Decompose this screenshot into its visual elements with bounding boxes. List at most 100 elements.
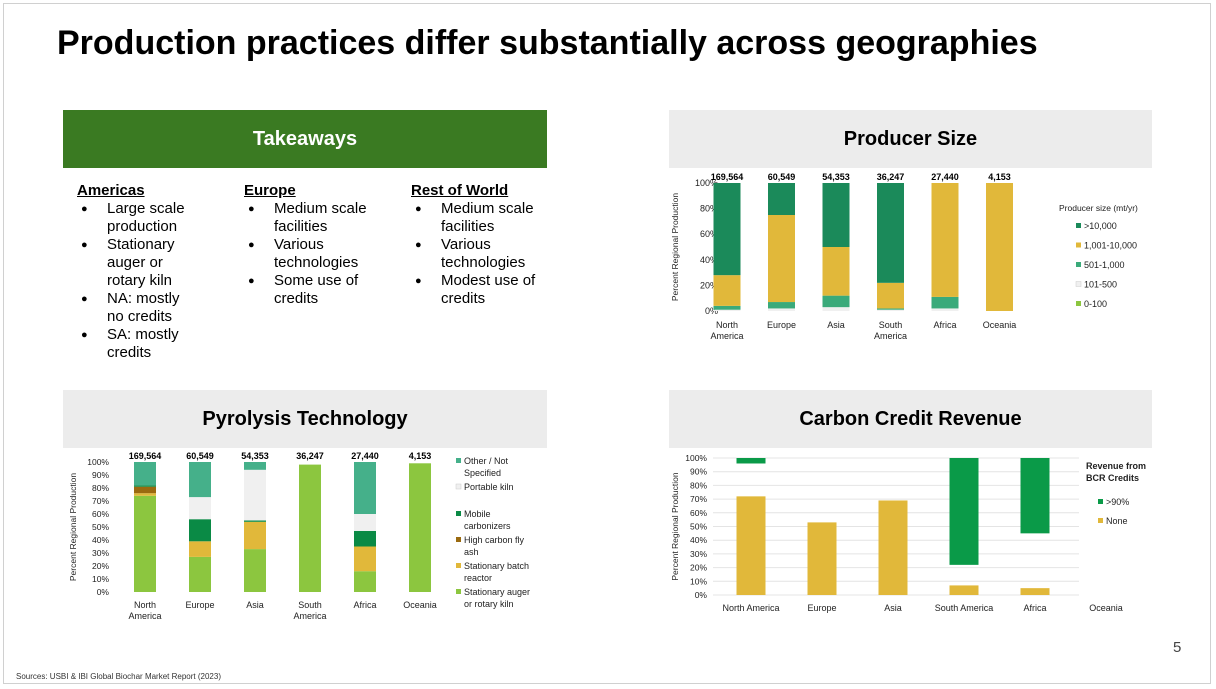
x-tick-label: South America: [874, 320, 907, 341]
bar-segment: [189, 519, 211, 542]
legend-swatch: [1098, 518, 1103, 523]
pyrolysis-title: Pyrolysis Technology: [63, 390, 547, 448]
x-tick-label: North America: [722, 603, 779, 613]
y-axis-label: Percent Regional Production: [670, 472, 680, 580]
bar: [736, 458, 766, 464]
x-tick-label: North America: [710, 320, 743, 341]
legend-swatch: [455, 483, 462, 490]
y-tick-label: 100%: [685, 453, 707, 463]
x-tick-label: Europe: [807, 603, 836, 613]
bar-segment: [713, 309, 741, 311]
legend-label: 501-1,000: [1084, 260, 1125, 270]
legend-swatch: [456, 589, 461, 594]
bar-segment: [931, 296, 959, 309]
x-tick-label: South America: [935, 603, 994, 613]
legend-label: Other / Not Specified: [464, 456, 509, 478]
y-tick-label: 40%: [690, 535, 707, 545]
bar-segment: [768, 215, 795, 303]
legend-swatch: [1076, 262, 1081, 267]
list-item: Large scale production: [81, 200, 217, 236]
takeaways-column-rest-of-world: Rest of World Medium scale facilities Va…: [411, 182, 541, 308]
y-tick-label: 70%: [92, 496, 109, 506]
bar-segment: [768, 308, 795, 311]
bar-segment: [822, 307, 850, 311]
y-tick-label: 30%: [690, 549, 707, 559]
bar-segment: [822, 295, 850, 308]
bar-segment: [134, 493, 156, 496]
bar-segment: [713, 275, 741, 306]
bar-segment: [244, 521, 266, 550]
bar: [736, 496, 766, 595]
y-tick-label: 0%: [695, 590, 708, 600]
bar: [1020, 458, 1050, 534]
column-title: Americas: [77, 182, 145, 199]
x-tick-label: Oceania: [403, 600, 437, 610]
legend-swatch: [1076, 301, 1081, 306]
takeaways-column-americas: Americas Large scale production Stationa…: [77, 182, 217, 362]
list-item: Some use of credits: [248, 272, 374, 308]
bar: [1020, 588, 1050, 595]
bar: [807, 522, 837, 595]
bar-segment: [768, 302, 795, 309]
legend-swatch: [456, 563, 461, 568]
list-item: Modest use of credits: [415, 272, 541, 308]
x-tick-label: Asia: [246, 600, 264, 610]
bar-segment: [713, 183, 741, 276]
bar-segment: [134, 462, 156, 486]
takeaways-heading: Takeaways: [63, 110, 547, 168]
list-item: Various technologies: [248, 236, 374, 272]
bar-segment: [713, 305, 741, 310]
legend-title: Producer size (mt/yr): [1059, 203, 1138, 213]
bar-segment: [354, 462, 376, 514]
total-label: 4,153: [988, 172, 1011, 182]
legend-label: 1,001-10,000: [1084, 241, 1137, 251]
bar-segment: [189, 497, 211, 520]
bar-segment: [134, 486, 156, 494]
x-tick-label: Oceania: [983, 320, 1017, 330]
list-item: NA: mostly no credits: [81, 290, 197, 326]
bar-segment: [877, 309, 904, 311]
y-tick-label: 20%: [92, 561, 109, 571]
y-axis-label: Percent Regional Production: [670, 193, 680, 301]
legend-swatch: [1076, 242, 1081, 248]
legend-label: Portable kiln: [464, 482, 514, 492]
bar-segment: [189, 462, 211, 498]
pyrolysis-chart: 0% 10% 20% 30% 40% 50% 60% 70% 80% 90% 100% Percent…: [68, 451, 530, 621]
y-tick-label: 10%: [690, 576, 707, 586]
bar-segment: [244, 469, 266, 521]
bar-segment: [189, 556, 211, 592]
bar-segment: [768, 183, 795, 215]
page-number: 5: [1173, 639, 1182, 656]
total-label: 169,564: [129, 451, 162, 461]
bar-segment: [244, 462, 266, 470]
total-label: 27,440: [351, 451, 379, 461]
bar-segment: [931, 308, 959, 311]
bar-segment: [354, 546, 376, 572]
legend-label: Stationary auger or rotary kiln: [464, 587, 530, 609]
y-tick-label: 80%: [92, 483, 109, 493]
y-tick-label: 0%: [97, 587, 110, 597]
bar-segment: [409, 463, 431, 592]
x-tick-label: Europe: [767, 320, 796, 330]
total-label: 169,564: [711, 172, 744, 182]
x-tick-label: Africa: [933, 320, 956, 330]
bar: [949, 585, 979, 595]
total-label: 36,247: [877, 172, 905, 182]
y-tick-label: 90%: [690, 467, 707, 477]
y-tick-label: 10%: [92, 574, 109, 584]
legend-label: 0-100: [1084, 299, 1107, 309]
bar-segment: [877, 282, 904, 309]
legend-label: 101-500: [1084, 280, 1117, 290]
bar-segment: [354, 530, 376, 547]
legend-swatch: [456, 537, 461, 542]
total-label: 54,353: [241, 451, 269, 461]
y-axis-label: Percent Regional Production: [68, 473, 78, 581]
page-title: Production practices differ substantiall…: [57, 24, 1038, 62]
legend-label: >10,000: [1084, 221, 1117, 231]
x-tick-label: Oceania: [1089, 603, 1123, 613]
producer-size-title: Producer Size: [669, 110, 1152, 168]
x-tick-label: Asia: [884, 603, 902, 613]
x-tick-label: North America: [128, 600, 161, 621]
total-label: 54,353: [822, 172, 850, 182]
bar-segment: [354, 514, 376, 531]
